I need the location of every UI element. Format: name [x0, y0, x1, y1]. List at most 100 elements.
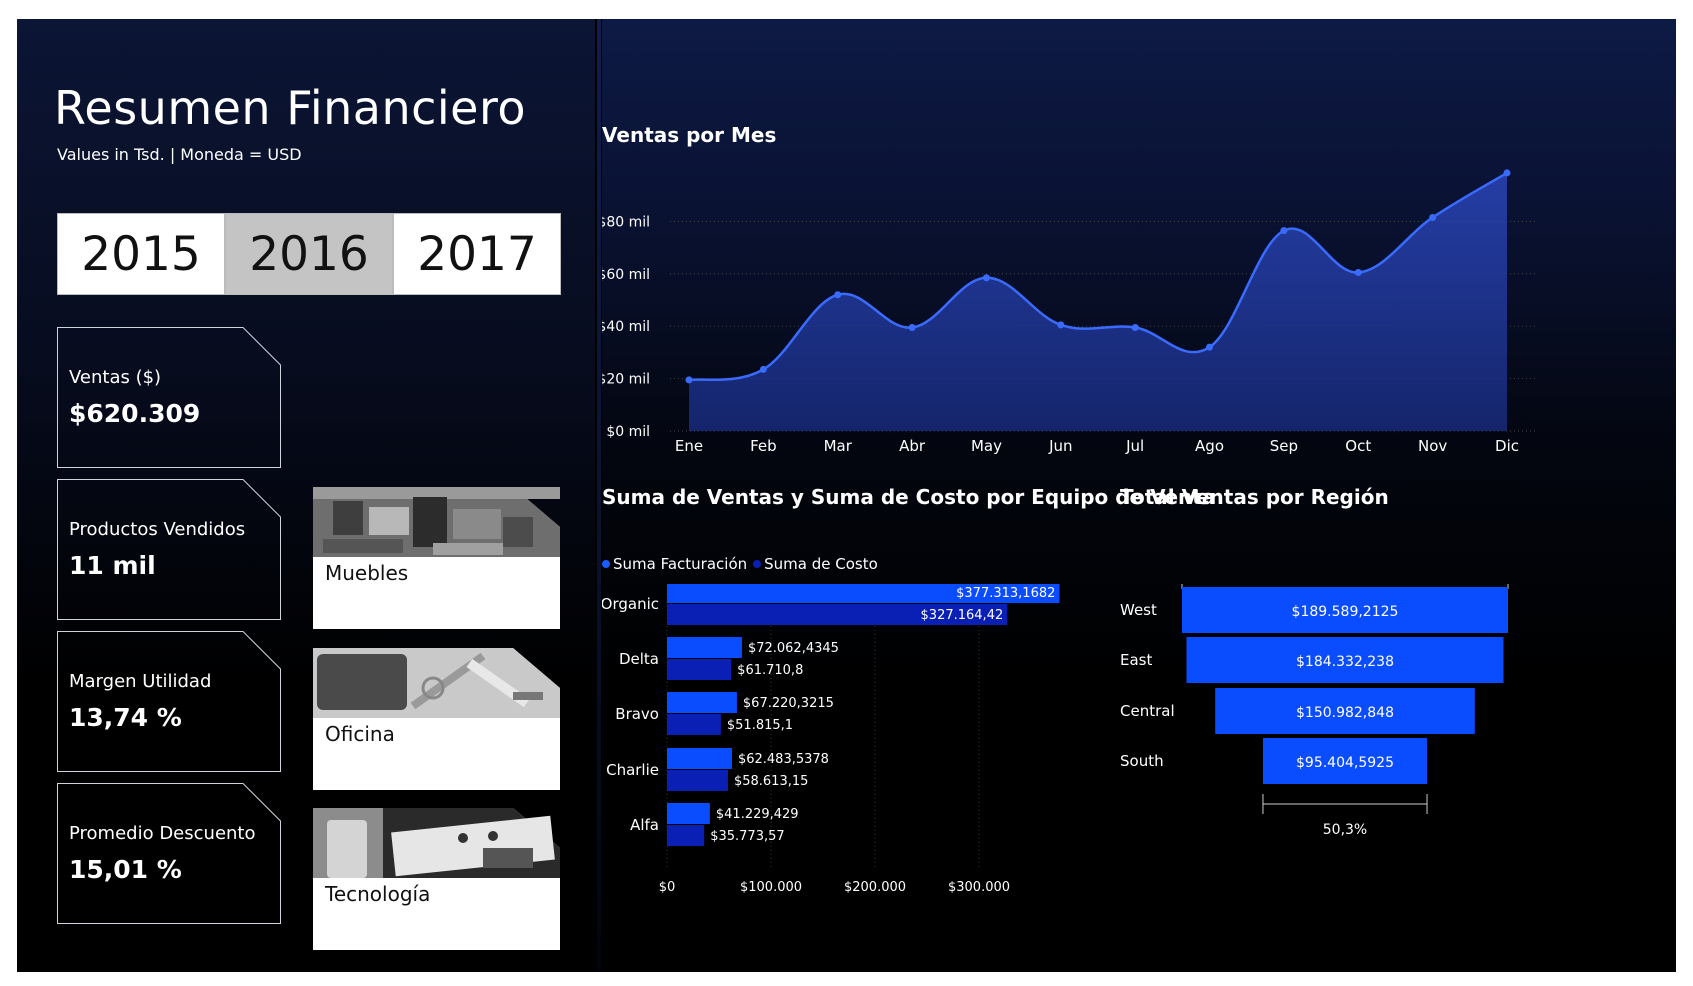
bar	[667, 748, 732, 769]
year-slicer: 2015 2016 2017	[57, 213, 561, 295]
data-point	[1057, 321, 1065, 329]
right-panel: Ventas por Mes $0 mil $20 mil $40 mil $60 m…	[602, 19, 1676, 972]
legend-label: Suma Facturación	[613, 555, 748, 573]
chart-title-ventas-region: Total Ventas por Región	[1120, 485, 1389, 509]
x-tick-label: $100.000	[740, 880, 802, 895]
funnel-category-label: West	[1120, 601, 1157, 619]
bar	[667, 825, 705, 846]
funnel-bottom-percent: 50,3%	[1323, 822, 1367, 838]
bar-chart-legend: Suma Facturación Suma de Costo	[602, 555, 878, 573]
data-point	[908, 324, 916, 332]
data-point	[1354, 268, 1362, 276]
x-tick-label: $200.000	[844, 880, 906, 895]
funnel-category-label: East	[1120, 651, 1152, 669]
data-point	[982, 274, 990, 282]
kpi-value: 13,74 %	[69, 703, 182, 732]
category-label: Charlie	[606, 761, 659, 779]
x-tick-label: Oct	[1345, 437, 1371, 455]
x-tick-label: Sep	[1270, 437, 1298, 455]
x-tick-label: Nov	[1418, 437, 1447, 455]
bar	[667, 692, 737, 713]
y-tick-label: $60 mil	[602, 267, 650, 283]
bar-data-label: $72.062,4345	[748, 641, 839, 656]
category-card-tecnologia[interactable]: Tecnología	[313, 808, 560, 950]
kpi-card-frame	[57, 783, 281, 924]
x-tick-label: Jul	[1125, 437, 1144, 455]
legend-dot-icon	[753, 560, 762, 568]
legend-dot-icon	[602, 560, 610, 568]
x-tick-label: Dic	[1495, 437, 1519, 455]
funnel-data-label: $184.332,238	[1296, 654, 1394, 670]
legend-item-costo[interactable]: Suma de Costo	[753, 555, 878, 573]
year-button-2015[interactable]: 2015	[57, 213, 225, 295]
y-tick-label: $40 mil	[602, 319, 650, 335]
bar-data-label: $61.710,8	[737, 663, 803, 678]
data-point	[1503, 169, 1511, 177]
x-tick-label: $0	[659, 880, 676, 895]
data-point	[1280, 227, 1288, 235]
x-tick-label: Jun	[1048, 437, 1072, 455]
x-tick-label: $300.000	[948, 880, 1010, 895]
category-card-oficina[interactable]: Oficina	[313, 648, 560, 790]
category-card-muebles[interactable]: Muebles	[313, 487, 560, 629]
funnel-chart-ventas-region: 100%West$189.589,2125East$184.332,238Cen…	[1120, 584, 1509, 838]
y-tick-label: $20 mil	[602, 372, 650, 388]
kpi-value: 11 mil	[69, 551, 156, 580]
technology-photo-icon	[313, 808, 560, 950]
left-panel: Resumen Financiero Values in Tsd. | Mone…	[17, 19, 595, 972]
x-tick-label: Abr	[899, 437, 926, 455]
kpi-label: Margen Utilidad	[69, 671, 212, 692]
data-point	[834, 291, 842, 299]
bar	[667, 770, 728, 791]
category-label: Tecnología	[325, 882, 431, 906]
category-label: Bravo	[615, 705, 659, 723]
furniture-photo-icon	[313, 487, 560, 629]
dashboard: Resumen Financiero Values in Tsd. | Mone…	[17, 19, 1676, 972]
year-button-2016[interactable]: 2016	[225, 213, 393, 295]
bar	[667, 803, 710, 824]
data-point	[759, 365, 767, 373]
legend-label: Suma de Costo	[764, 555, 878, 573]
kpi-card-descuento: Promedio Descuento 15,01 %	[57, 783, 281, 924]
bar-data-label: $35.773,57	[710, 829, 784, 844]
area-chart-ventas-mes: $0 mil $20 mil $40 mil $60 mil $80 mil Ene Feb…	[602, 169, 1537, 455]
kpi-label: Ventas ($)	[69, 367, 162, 388]
kpi-card-ventas: Ventas ($) $620.309	[57, 327, 281, 468]
x-tick-label: Mar	[824, 437, 853, 455]
bar-data-label: $58.613,15	[734, 774, 808, 789]
kpi-card-frame	[57, 631, 281, 772]
x-tick-label: Ago	[1195, 437, 1224, 455]
area-fill	[689, 172, 1507, 431]
funnel-category-label: Central	[1120, 702, 1175, 720]
data-point	[1429, 213, 1437, 221]
kpi-card-frame	[57, 479, 281, 620]
kpi-card-productos: Productos Vendidos 11 mil	[57, 479, 281, 620]
kpi-label: Promedio Descuento	[69, 823, 256, 844]
page-subtitle: Values in Tsd. | Moneda = USD	[57, 145, 302, 164]
kpi-value: $620.309	[69, 399, 201, 428]
bar-chart-equipo-venta: $0 $100.000 $200.000 $300.000 Organic $377.31…	[602, 584, 1060, 895]
page-title: Resumen Financiero	[54, 81, 527, 135]
category-label: Alfa	[630, 816, 659, 834]
category-label: Organic	[602, 595, 659, 613]
legend-item-facturacion[interactable]: Suma Facturación	[602, 555, 747, 573]
data-point	[685, 376, 693, 384]
data-point	[1206, 343, 1214, 351]
x-tick-label: Ene	[675, 437, 703, 455]
data-point	[1131, 324, 1139, 332]
bar	[667, 714, 721, 735]
funnel-data-label: $95.404,5925	[1296, 755, 1394, 771]
funnel-data-label: $150.982,848	[1296, 705, 1394, 721]
bar	[667, 659, 732, 680]
bar	[667, 637, 742, 658]
office-supplies-photo-icon	[313, 648, 560, 790]
panel-divider	[597, 19, 601, 972]
bar-data-label: $51.815,1	[727, 718, 793, 733]
y-tick-label: $0 mil	[606, 424, 650, 440]
year-button-2017[interactable]: 2017	[393, 213, 561, 295]
chart-title-ventas-mes: Ventas por Mes	[602, 123, 777, 147]
kpi-label: Productos Vendidos	[69, 519, 246, 540]
bar-data-label: $41.229,429	[716, 807, 799, 822]
category-label: Delta	[619, 650, 659, 668]
bar-data-label: $67.220,3215	[743, 696, 834, 711]
